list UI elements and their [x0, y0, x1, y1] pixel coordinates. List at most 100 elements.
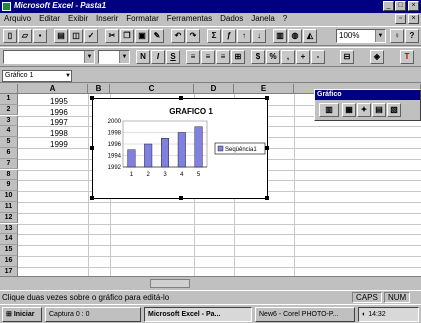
menu-formatar[interactable]: Formatar: [126, 14, 158, 23]
row-header[interactable]: 7: [0, 158, 18, 170]
align-right-icon[interactable]: ≡: [216, 50, 230, 64]
menu-editar[interactable]: Editar: [39, 14, 60, 23]
row-header[interactable]: 11: [0, 202, 18, 213]
default-chart-icon[interactable]: ▦: [342, 103, 356, 117]
column-header[interactable]: A: [18, 84, 88, 94]
help-icon[interactable]: ?: [405, 29, 419, 43]
chart-toolbar-title[interactable]: Gráfico: [315, 90, 420, 100]
spelling-icon[interactable]: ✓: [84, 29, 98, 43]
print-icon[interactable]: ▤: [54, 29, 68, 43]
horizontal-scrollbar[interactable]: [150, 279, 190, 288]
excel-app-icon[interactable]: [2, 2, 11, 11]
autosum-icon[interactable]: Σ: [207, 29, 221, 43]
chevron-down-icon[interactable]: ▼: [119, 51, 129, 63]
resize-handle[interactable]: [90, 96, 94, 100]
font-size-select[interactable]: ▼: [98, 50, 130, 64]
resize-handle[interactable]: [179, 96, 183, 100]
gridlines-icon[interactable]: ▤: [372, 103, 386, 117]
tipwizard-icon[interactable]: ♀: [390, 29, 404, 43]
format-painter-icon[interactable]: ✎: [150, 29, 164, 43]
print-preview-icon[interactable]: ◫: [69, 29, 83, 43]
drawing-icon[interactable]: ◭: [303, 29, 317, 43]
resize-handle[interactable]: [90, 196, 94, 200]
column-header[interactable]: E: [234, 84, 294, 94]
font-color-icon[interactable]: T: [400, 50, 414, 64]
row-header[interactable]: 14: [0, 234, 18, 245]
resize-handle[interactable]: [90, 146, 94, 150]
borders-icon[interactable]: ⊟: [340, 50, 354, 64]
taskbar-item-corel[interactable]: New6 - Corel PHOTO-P...: [255, 307, 355, 322]
close-icon[interactable]: ×: [408, 1, 419, 11]
resize-handle[interactable]: [265, 96, 269, 100]
row-header[interactable]: 6: [0, 148, 18, 159]
embedded-chart[interactable]: GRAFICO 1 2000 1998 1996 1994 1992 1 2 3 4 5 Seqü…: [90, 96, 269, 200]
merge-center-icon[interactable]: ⊞: [231, 50, 245, 64]
menu-inserir[interactable]: Inserir: [96, 14, 118, 23]
row-header[interactable]: 10: [0, 191, 18, 202]
copy-icon[interactable]: ❐: [120, 29, 134, 43]
new-file-icon[interactable]: ▯: [3, 29, 17, 43]
row-header[interactable]: 4: [0, 126, 18, 137]
minimize-icon[interactable]: _: [383, 1, 394, 11]
decrease-decimal-icon[interactable]: -: [311, 50, 325, 64]
map-icon[interactable]: ◍: [288, 29, 302, 43]
column-header[interactable]: D: [194, 84, 234, 94]
volume-icon[interactable]: ◐: [362, 311, 366, 318]
select-all-corner[interactable]: [0, 84, 18, 94]
menu-exibir[interactable]: Exibir: [68, 14, 88, 23]
redo-icon[interactable]: ↷: [186, 29, 200, 43]
row-header[interactable]: 13: [0, 223, 18, 235]
name-box[interactable]: Gráfico 1: [2, 70, 72, 82]
menu-help[interactable]: ?: [283, 14, 287, 23]
chart-type-icon[interactable]: ▥: [319, 103, 339, 117]
row-header[interactable]: 15: [0, 245, 18, 256]
row-header[interactable]: 1: [0, 94, 18, 105]
cut-icon[interactable]: ✂: [105, 29, 119, 43]
increase-decimal-icon[interactable]: +: [296, 50, 310, 64]
row-header[interactable]: 5: [0, 137, 18, 148]
underline-icon[interactable]: S: [166, 50, 180, 64]
fill-color-icon[interactable]: ◈: [370, 50, 384, 64]
row-header[interactable]: 2: [0, 104, 18, 116]
align-left-icon[interactable]: ≡: [186, 50, 200, 64]
save-icon[interactable]: ▪: [33, 29, 47, 43]
menu-janela[interactable]: Janela: [251, 14, 275, 23]
paste-icon[interactable]: ▣: [135, 29, 149, 43]
menu-ferramentas[interactable]: Ferramentas: [167, 14, 212, 23]
align-center-icon[interactable]: ≡: [201, 50, 215, 64]
row-header[interactable]: 8: [0, 169, 18, 181]
currency-icon[interactable]: $: [251, 50, 265, 64]
resize-handle[interactable]: [265, 196, 269, 200]
chevron-down-icon[interactable]: ▼: [64, 71, 72, 81]
undo-icon[interactable]: ↶: [171, 29, 185, 43]
bold-icon[interactable]: N: [136, 50, 150, 64]
resize-handle[interactable]: [265, 146, 269, 150]
chevron-down-icon[interactable]: ▼: [84, 51, 94, 63]
font-select[interactable]: ▼: [3, 50, 95, 64]
percent-icon[interactable]: %: [266, 50, 280, 64]
row-header[interactable]: 12: [0, 212, 18, 224]
row-header[interactable]: 9: [0, 180, 18, 191]
resize-handle[interactable]: [179, 196, 183, 200]
function-icon[interactable]: ƒ: [222, 29, 236, 43]
italic-icon[interactable]: I: [151, 50, 165, 64]
formula-input[interactable]: [76, 70, 419, 82]
chart-wizard-icon[interactable]: ▥: [273, 29, 287, 43]
open-file-icon[interactable]: ▱: [18, 29, 32, 43]
sort-descending-icon[interactable]: ↓: [252, 29, 266, 43]
legend-icon[interactable]: ▧: [387, 103, 401, 117]
chart-wizard-icon[interactable]: ✦: [357, 103, 371, 117]
row-header[interactable]: 16: [0, 256, 18, 267]
doc-restore-icon[interactable]: ▫: [395, 14, 406, 24]
comma-icon[interactable]: ,: [281, 50, 295, 64]
chevron-down-icon[interactable]: ▼: [375, 30, 385, 42]
menu-dados[interactable]: Dados: [220, 14, 243, 23]
maximize-icon[interactable]: □: [395, 1, 406, 11]
chart-toolbar[interactable]: Gráfico ▥ ▦ ✦ ▤ ▧: [314, 89, 421, 121]
column-header[interactable]: B: [88, 84, 110, 94]
column-header[interactable]: C: [110, 84, 194, 94]
taskbar-item-captura[interactable]: Captura 0 : 0: [45, 307, 141, 322]
taskbar-item-excel[interactable]: Microsoft Excel - Pa...: [144, 307, 252, 322]
row-header[interactable]: 3: [0, 115, 18, 127]
sort-ascending-icon[interactable]: ↑: [237, 29, 251, 43]
